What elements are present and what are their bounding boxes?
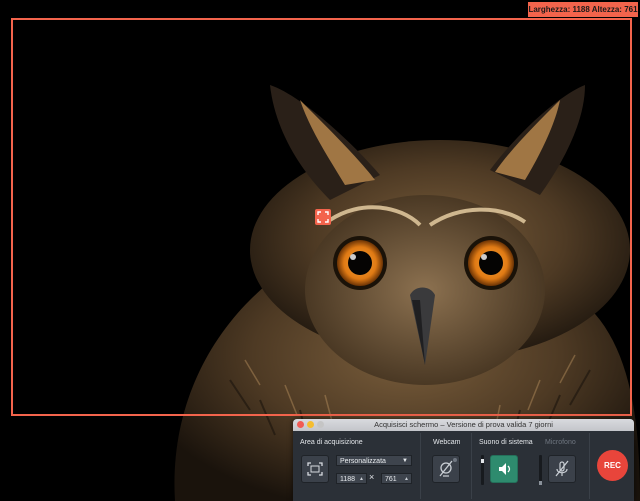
close-window-button[interactable] — [297, 421, 304, 428]
width-value: 1188 — [340, 476, 356, 483]
panel-titlebar[interactable]: Acquisisci schermo – Versione di prova v… — [293, 419, 634, 431]
area-preset-value: Personalizzata — [340, 458, 386, 465]
speaker-icon — [499, 463, 511, 475]
slider-thumb[interactable] — [539, 481, 542, 485]
microphone-off-icon — [555, 460, 569, 477]
webcam-label: Webcam — [433, 439, 461, 446]
slider-thumb[interactable] — [481, 459, 484, 463]
divider — [420, 433, 421, 499]
system-sound-toggle-button[interactable] — [490, 455, 518, 483]
fullscreen-area-button[interactable] — [301, 455, 329, 483]
dimensions-badge: Larghezza: 1188 Altezza: 761 — [528, 2, 638, 17]
system-sound-label: Suono di sistema — [479, 439, 533, 446]
times-symbol: × — [369, 472, 375, 482]
divider — [589, 433, 590, 499]
area-preset-select[interactable]: Personalizzata ▼ — [336, 455, 412, 466]
zoom-window-button[interactable] — [317, 421, 324, 428]
minimize-window-button[interactable] — [307, 421, 314, 428]
height-stepper-icon[interactable]: ▲ — [404, 474, 409, 485]
webcam-off-icon — [439, 458, 457, 477]
divider — [471, 433, 472, 499]
capture-area-label: Area di acquisizione — [300, 439, 363, 446]
height-value: 761 — [385, 476, 397, 483]
microphone-label[interactable]: Microfono — [545, 439, 576, 446]
width-stepper-icon[interactable]: ▲ — [359, 474, 364, 485]
system-sound-volume-slider[interactable] — [481, 455, 484, 485]
fullscreen-icon — [307, 462, 323, 476]
microphone-toggle-button[interactable] — [548, 455, 576, 483]
chevron-down-icon: ▼ — [402, 458, 408, 464]
record-button[interactable]: REC — [597, 450, 628, 481]
move-handle-icon[interactable] — [315, 209, 331, 225]
height-field[interactable]: 761 ▲ — [381, 473, 412, 484]
width-field[interactable]: 1188 ▲ — [336, 473, 367, 484]
capture-control-panel: Acquisisci schermo – Versione di prova v… — [293, 419, 634, 501]
microphone-volume-slider[interactable] — [539, 455, 542, 485]
webcam-toggle-button[interactable] — [432, 455, 460, 483]
panel-title: Acquisisci schermo – Versione di prova v… — [374, 420, 553, 429]
